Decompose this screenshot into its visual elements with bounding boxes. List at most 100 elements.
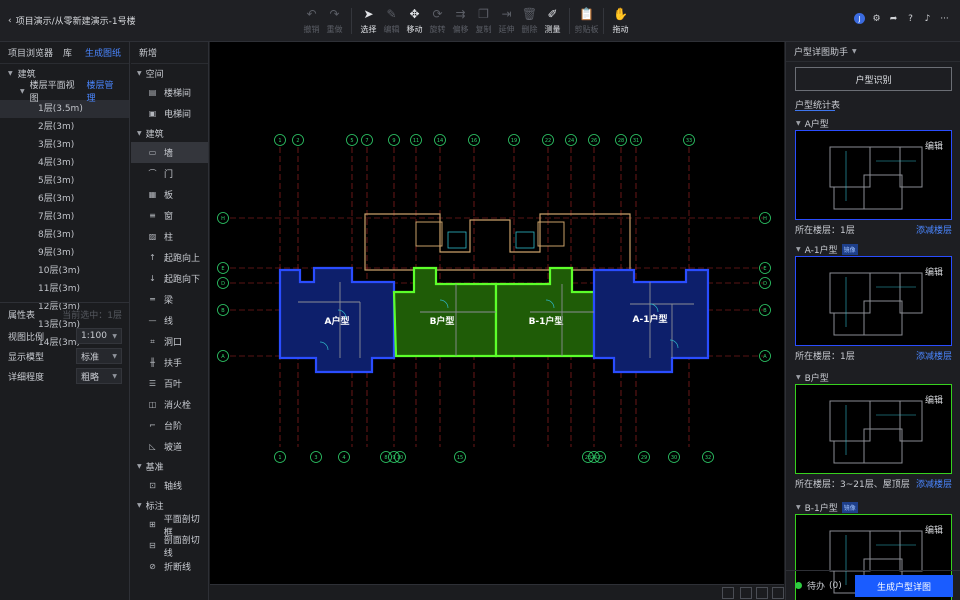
tool-undo[interactable]: ↶ 撤销 <box>300 4 323 38</box>
help-icon[interactable]: ? <box>905 13 916 24</box>
tool-cursor[interactable]: ➤ 选择 <box>357 4 380 38</box>
floor-item[interactable]: 10层(3m) <box>0 262 129 280</box>
floor-item[interactable]: 9层(3m) <box>0 244 129 262</box>
property-select[interactable]: 标准 ▼ <box>76 348 122 364</box>
unit-title[interactable]: ▼ A-1户型 镜像 <box>786 242 960 256</box>
more-icon[interactable]: ··· <box>939 13 950 24</box>
caret-down-icon[interactable]: ▼ <box>137 463 142 470</box>
drawing-canvas[interactable]: 1 2 5 7 9 11 14 16 19 22 24 26 28 31 33 1 3 4 8 9 10 15 23 24 25… <box>210 42 784 584</box>
floor-item[interactable]: 4层(3m) <box>0 154 129 172</box>
slab-icon: ▦ <box>148 190 157 199</box>
unit-thumbnail[interactable]: 编辑 <box>795 256 952 346</box>
unit-title[interactable]: ▼ B-1户型 镜像 <box>786 500 960 514</box>
unit-title[interactable]: ▼ A户型 <box>786 116 960 130</box>
component-line[interactable]: — 线 <box>131 310 208 331</box>
component-section-line[interactable]: ⊟ 剖面剖切线 <box>131 535 208 559</box>
add-remove-floors-link[interactable]: 添减楼层 <box>916 223 952 236</box>
add-remove-floors-link[interactable]: 添减楼层 <box>916 477 952 490</box>
component-break-line[interactable]: ⊘ 折断线 <box>131 556 208 577</box>
component-slab[interactable]: ▦ 板 <box>131 184 208 205</box>
floor-item[interactable]: 6层(3m) <box>0 190 129 208</box>
property-select[interactable]: 1:100 ▼ <box>76 328 122 344</box>
tree-floorplan[interactable]: ▼ 楼层平面视图 楼层管理 <box>0 81 129 104</box>
component-window[interactable]: ≡ 窗 <box>131 205 208 226</box>
caret-down-icon[interactable]: ▼ <box>8 70 13 77</box>
tool-ruler[interactable]: ✐ 测量 <box>541 4 564 38</box>
component-louver[interactable]: ☰ 百叶 <box>131 373 208 394</box>
floor-manage-link[interactable]: 楼层管理 <box>86 78 121 104</box>
edit-link[interactable]: 编辑 <box>925 393 943 406</box>
component-opening[interactable]: ⌗ 洞口 <box>131 331 208 352</box>
edit-link[interactable]: 编辑 <box>925 265 943 278</box>
edit-link[interactable]: 编辑 <box>925 523 943 536</box>
caret-down-icon[interactable]: ▼ <box>137 502 142 509</box>
floor-item[interactable]: 7层(3m) <box>0 208 129 226</box>
tab-project-browser[interactable]: 项目浏览器 <box>8 46 53 59</box>
tool-pen[interactable]: ✎ 编辑 <box>380 4 403 38</box>
component-label: 折断线 <box>164 563 192 573</box>
tool-trash[interactable]: 🗑 删除 <box>518 4 541 38</box>
floor-item[interactable]: 5层(3m) <box>0 172 129 190</box>
component-group[interactable]: ▼ 空间 <box>131 64 208 82</box>
keyboard-icon[interactable] <box>772 587 784 599</box>
avatar[interactable]: J <box>854 13 865 24</box>
breadcrumb[interactable]: ‹ 项目演示/从零新建演示-1号楼 <box>8 14 136 28</box>
component-stair-room[interactable]: ▤ 楼梯间 <box>131 82 208 103</box>
tool-move[interactable]: ✥ 移动 <box>403 4 426 38</box>
share-icon[interactable]: ➦ <box>888 13 899 24</box>
tool-redo[interactable]: ↷ 重做 <box>323 4 346 38</box>
component-beam[interactable]: ═ 梁 <box>131 289 208 310</box>
back-icon[interactable]: ‹ <box>8 16 12 26</box>
component-door[interactable]: ⌒ 门 <box>131 163 208 184</box>
generate-drawing-link[interactable]: 生成图纸 <box>85 46 121 59</box>
chevron-down-icon[interactable]: ▼ <box>852 48 857 55</box>
component-group[interactable]: ▼ 建筑 <box>131 124 208 142</box>
layout-icon[interactable] <box>740 587 752 599</box>
caret-down-icon[interactable]: ▼ <box>137 130 142 137</box>
tool-copy[interactable]: ❐ 复制 <box>472 4 495 38</box>
caret-down-icon[interactable]: ▼ <box>796 504 801 511</box>
unit-thumbnail[interactable]: 编辑 <box>795 130 952 220</box>
notification-icon[interactable]: ♪ <box>922 13 933 24</box>
breadcrumb-text[interactable]: 项目演示/从零新建演示-1号楼 <box>16 14 136 27</box>
component-stair-down[interactable]: ↓ 起跑向下 <box>131 268 208 289</box>
caret-down-icon[interactable]: ▼ <box>796 374 801 381</box>
floor-item[interactable]: 8层(3m) <box>0 226 129 244</box>
assistant-title[interactable]: 户型详图助手 <box>794 45 848 58</box>
component-wall[interactable]: ▭ 墙 <box>131 142 208 163</box>
caret-down-icon[interactable]: ▼ <box>20 88 25 95</box>
add-remove-floors-link[interactable]: 添减楼层 <box>916 349 952 362</box>
floor-item[interactable]: 2层(3m) <box>0 118 129 136</box>
tool-offset[interactable]: ⇉ 偏移 <box>449 4 472 38</box>
unit-thumbnail[interactable]: 编辑 <box>795 384 952 474</box>
floor-item[interactable]: 3层(3m) <box>0 136 129 154</box>
tool-extend[interactable]: ⇥ 延伸 <box>495 4 518 38</box>
floor-item[interactable]: 11层(3m) <box>0 280 129 298</box>
grid-icon[interactable] <box>756 587 768 599</box>
unit-title[interactable]: ▼ B户型 <box>786 370 960 384</box>
component-ramp[interactable]: ◺ 坡道 <box>131 436 208 457</box>
component-group[interactable]: ▼ 基准 <box>131 457 208 475</box>
tab-library[interactable]: 库 <box>63 46 72 59</box>
generate-unit-detail-button[interactable]: 生成户型详图 <box>855 575 953 597</box>
component-column[interactable]: ▨ 柱 <box>131 226 208 247</box>
component-railing[interactable]: ╫ 扶手 <box>131 352 208 373</box>
floor-plan[interactable]: 1 2 5 7 9 11 14 16 19 22 24 26 28 31 331 3 4 8 9 10 15 23 24 25… <box>210 42 784 584</box>
property-select[interactable]: 粗略 ▼ <box>76 368 122 384</box>
tool-clipboard[interactable]: 📋 剪贴板 <box>575 4 599 38</box>
tool-hand[interactable]: ✋ 拖动 <box>609 4 632 38</box>
tool-rotate[interactable]: ⟳ 旋转 <box>426 4 449 38</box>
settings-icon[interactable]: ⚙ <box>871 13 882 24</box>
component-steps[interactable]: ⌐ 台阶 <box>131 415 208 436</box>
component-elevator[interactable]: ▣ 电梯间 <box>131 103 208 124</box>
caret-down-icon[interactable]: ▼ <box>796 120 801 127</box>
identify-units-button[interactable]: 户型识别 <box>795 67 952 91</box>
caret-down-icon[interactable]: ▼ <box>796 246 801 253</box>
component-stair-up[interactable]: ↑ 起跑向上 <box>131 247 208 268</box>
edit-link[interactable]: 编辑 <box>925 139 943 152</box>
caret-down-icon[interactable]: ▼ <box>137 70 142 77</box>
component-hydrant[interactable]: ◫ 消火栓 <box>131 394 208 415</box>
tool-label: 偏移 <box>452 25 469 34</box>
view-toggle-icon[interactable] <box>722 587 734 599</box>
component-axis[interactable]: ⊡ 轴线 <box>131 475 208 496</box>
